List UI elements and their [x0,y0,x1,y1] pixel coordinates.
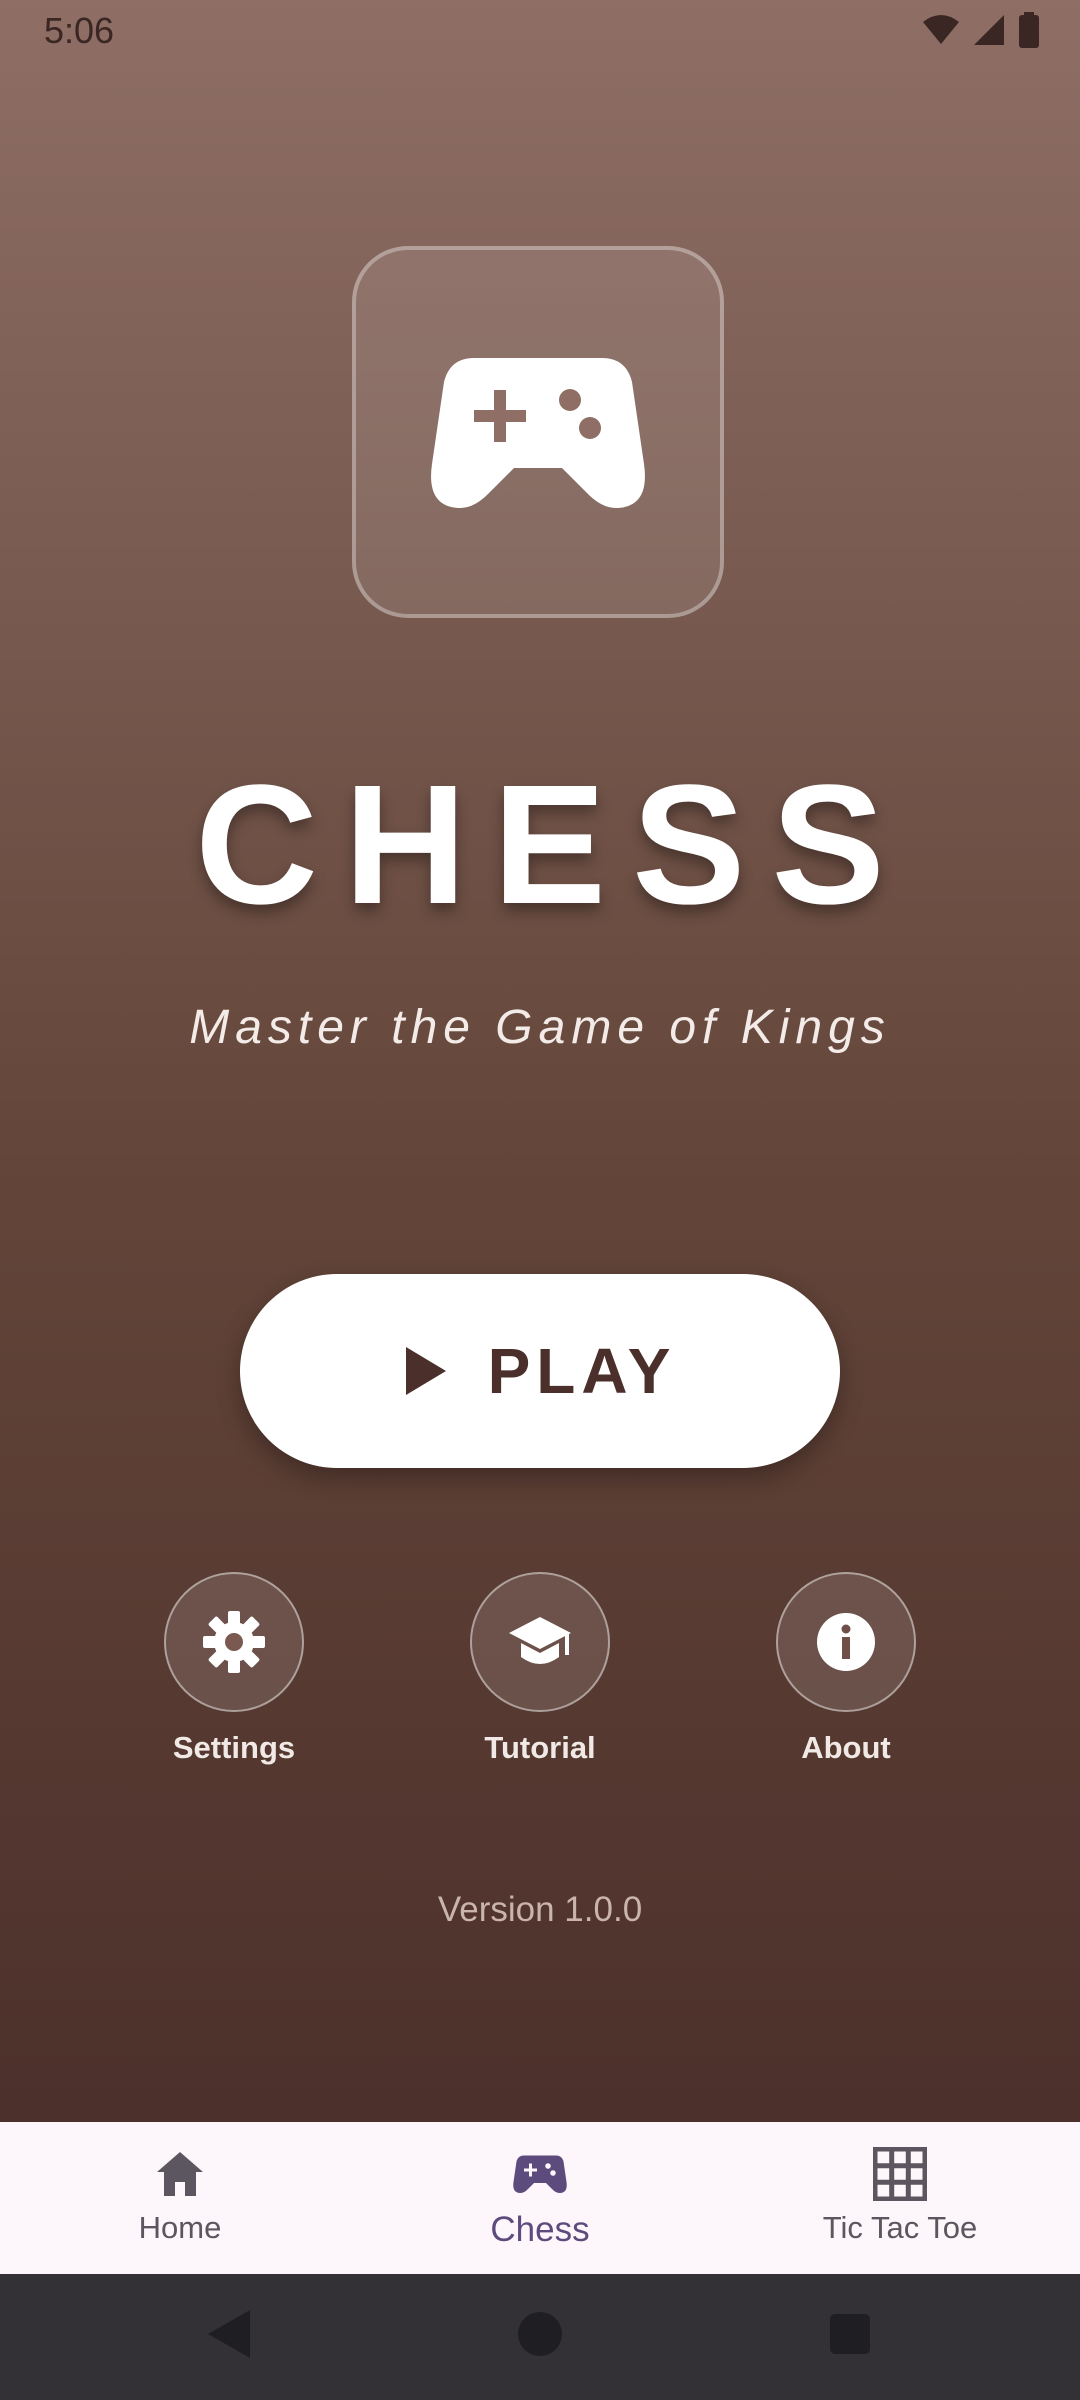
settings-button[interactable]: Settings [134,1572,334,1766]
grid-icon [873,2147,927,2201]
tutorial-button[interactable]: Tutorial [440,1572,640,1766]
app-subtitle: Master the Game of Kings [189,1001,891,1054]
version-text: Version 1.0.0 [437,1890,643,1929]
play-button-label: PLAY [487,1335,677,1407]
play-button[interactable]: PLAY [240,1274,840,1468]
signal-icon [974,15,1004,45]
nav-label-tic-tac-toe: Tic Tac Toe [822,2210,978,2245]
about-button[interactable]: About [746,1572,946,1766]
nav-item-tic-tac-toe[interactable]: Tic Tac Toe [720,2122,1080,2274]
home-circle-icon[interactable] [516,2306,564,2362]
status-icons [922,12,1040,48]
info-icon [817,1613,875,1671]
battery-icon [1019,12,1039,48]
graduation-cap-icon [509,1617,571,1664]
nav-label-chess: Chess [490,2210,590,2249]
action-row: Settings Tutorial About [0,1572,1080,1782]
home-icon [157,2152,203,2196]
app-logo [352,246,724,618]
settings-circle [164,1572,304,1712]
play-icon [405,1347,446,1395]
recents-icon[interactable] [828,2306,872,2362]
tutorial-label: Tutorial [484,1730,596,1765]
status-bar: 5:06 [0,0,1080,62]
nav-item-chess[interactable]: Chess [360,2122,720,2274]
app-title: CHESS [195,750,911,940]
gear-icon [203,1611,265,1673]
status-time: 5:06 [44,10,115,51]
gamepad-icon [431,358,645,509]
wifi-icon [923,15,959,44]
back-icon[interactable] [204,2306,252,2362]
nav-label-home: Home [138,2210,222,2245]
gamepad-icon [513,2155,567,2194]
about-label: About [801,1730,891,1765]
about-circle [776,1572,916,1712]
nav-item-home[interactable]: Home [0,2122,360,2274]
settings-label: Settings [172,1730,296,1765]
tutorial-circle [470,1572,610,1712]
bottom-navigation: Home Chess Tic Tac Toe [0,2122,1080,2274]
home-screen: 5:06 CHESS Master the Game of Kings PLAY [0,0,1080,2122]
system-navigation-bar [0,2274,1080,2400]
